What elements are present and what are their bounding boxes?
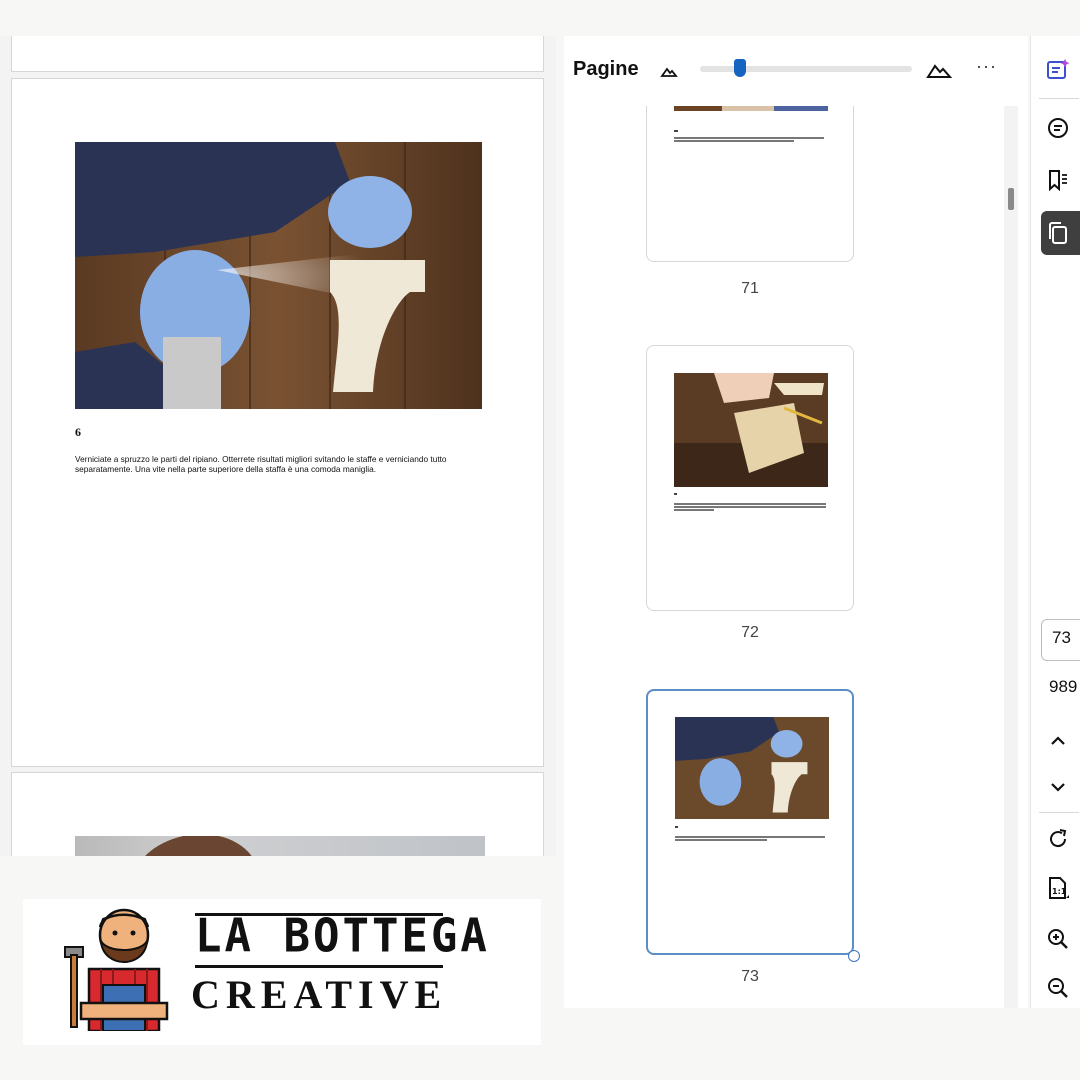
thumbnail-page-73[interactable]: [646, 689, 854, 955]
zoom-slider-knob[interactable]: [734, 59, 746, 77]
page-number-input[interactable]: 73: [1041, 619, 1080, 661]
thumbnail-label: 71: [741, 280, 759, 297]
logo-line-1: LA BOTTEGA: [195, 909, 490, 964]
thumbnail-label: 73: [741, 968, 759, 985]
logo-line-2: CREATIVE: [191, 972, 448, 1017]
next-page: [11, 772, 544, 856]
right-toolbar: 73 989 1:1: [1030, 36, 1080, 1008]
ai-assistant-icon[interactable]: [1043, 55, 1073, 85]
current-page: 6 Verniciate a spruzzo le parti del ripi…: [11, 78, 544, 767]
thumbnail-image: [674, 106, 828, 111]
scrollbar-thumb[interactable]: [1008, 188, 1014, 210]
zoom-out-thumbnails-icon[interactable]: [660, 64, 678, 83]
chevron-up-icon[interactable]: [1043, 726, 1073, 756]
previous-page: [11, 36, 544, 72]
zoom-in-icon[interactable]: [1043, 924, 1073, 954]
thumbnail-page-71[interactable]: [646, 106, 854, 262]
bookmark-icon[interactable]: [1043, 165, 1073, 195]
fit-page-icon[interactable]: 1:1: [1043, 874, 1073, 904]
document-view[interactable]: 6 Verniciate a spruzzo le parti del ripi…: [0, 36, 556, 856]
thumbnail-image: [674, 373, 828, 487]
pages-icon[interactable]: [1043, 218, 1073, 248]
spray-paint-photo: [75, 142, 482, 409]
panel-title: Pagine: [573, 58, 639, 80]
next-page-photo: [75, 836, 485, 856]
zoom-out-icon[interactable]: [1043, 973, 1073, 1003]
svg-text:1:1: 1:1: [1052, 887, 1067, 896]
brand-logo: LA BOTTEGA CREATIVE: [23, 899, 541, 1045]
thumbnail-image: [675, 717, 829, 819]
more-options-icon[interactable]: ···: [976, 56, 997, 77]
thumbnails-panel: Pagine ··· 71 72 73: [564, 36, 1028, 1008]
step-text: Verniciate a spruzzo le parti del ripian…: [75, 454, 447, 474]
total-pages: 989: [1049, 677, 1078, 696]
thumbnail-list[interactable]: 71 72 73: [564, 106, 1028, 1008]
thumbnail-scrollbar[interactable]: [1004, 106, 1018, 1008]
thumbnail-zoom-slider[interactable]: [700, 59, 912, 77]
rotate-icon[interactable]: [1043, 824, 1073, 854]
selection-handle[interactable]: [848, 950, 860, 962]
step-number: 6: [75, 425, 81, 439]
chevron-down-icon[interactable]: [1043, 772, 1073, 802]
comment-icon[interactable]: [1043, 113, 1073, 143]
thumbnail-label: 72: [741, 624, 759, 641]
thumbnail-page-72[interactable]: [646, 345, 854, 611]
zoom-in-thumbnails-icon[interactable]: [926, 60, 953, 85]
craftsman-mascot-icon: [61, 905, 179, 1036]
